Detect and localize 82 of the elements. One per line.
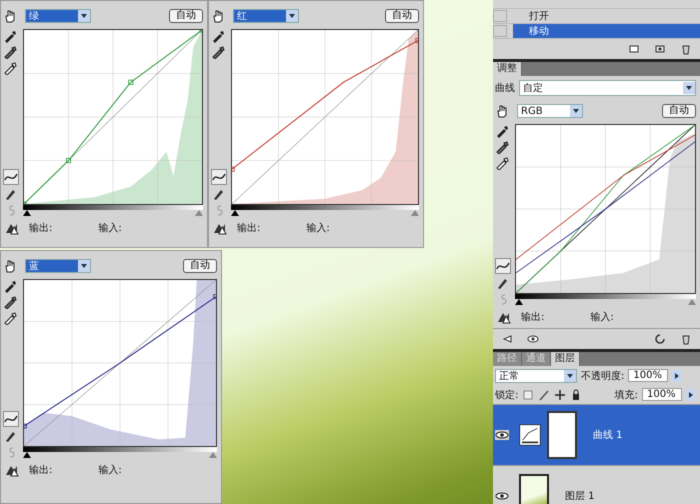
layer-mask-thumbnail (547, 411, 577, 459)
channel-select[interactable]: 红 (233, 9, 299, 23)
opacity-label: 不透明度: (581, 370, 624, 382)
eyedropper-icon[interactable] (211, 45, 225, 59)
pencil-icon[interactable] (3, 187, 17, 201)
lock-pixels-icon[interactable] (522, 388, 534, 400)
input-label: 输入: (98, 464, 122, 477)
curve-tool-icon[interactable] (3, 169, 19, 185)
channel-select[interactable]: 绿 (25, 9, 91, 23)
eyedropper-icon[interactable] (495, 156, 509, 170)
channel-select[interactable]: 蓝 (25, 259, 91, 273)
preset-select[interactable]: 自定 (519, 80, 696, 96)
eyedropper-icon[interactable] (3, 29, 17, 43)
reset-icon[interactable] (654, 333, 666, 345)
eyedropper-icon[interactable] (3, 279, 17, 293)
shadow-input-slider[interactable] (515, 299, 523, 305)
curve-graph[interactable] (23, 279, 217, 447)
hand-icon[interactable] (211, 9, 225, 23)
output-label: 输出: (29, 222, 52, 235)
back-arrow-icon[interactable] (501, 333, 513, 345)
preset-label: 曲线 (495, 82, 515, 95)
pencil-icon[interactable] (211, 187, 225, 201)
trash-icon[interactable] (680, 333, 692, 345)
hand-icon[interactable] (3, 259, 17, 273)
highlight-input-slider[interactable] (411, 210, 419, 216)
channel-select[interactable]: RGB (517, 104, 583, 118)
opacity-field[interactable]: 100% (628, 369, 668, 382)
highlight-input-slider[interactable] (209, 452, 217, 458)
auto-button[interactable]: 自动 (183, 259, 217, 273)
eyedropper-icon[interactable] (3, 295, 17, 309)
caret-icon (683, 82, 695, 94)
hand-icon[interactable] (3, 9, 17, 23)
eye-icon[interactable] (527, 333, 539, 345)
caret-icon (286, 10, 298, 22)
pencil-icon[interactable] (495, 276, 509, 290)
caret-icon (78, 10, 90, 22)
caret-icon (564, 370, 576, 382)
shadow-input-slider[interactable] (231, 210, 239, 216)
curve-tool-icon[interactable] (495, 258, 511, 274)
curve-graph[interactable] (23, 29, 203, 205)
layer-row[interactable]: 曲线 1 (493, 404, 700, 465)
eye-icon[interactable] (495, 430, 509, 440)
curve-graph[interactable] (515, 124, 696, 294)
shadow-input-slider[interactable] (23, 452, 31, 458)
camera-icon[interactable] (654, 43, 666, 55)
input-label: 输入: (306, 222, 330, 235)
auto-button[interactable]: 自动 (662, 104, 696, 118)
curve-tool-icon[interactable] (3, 411, 19, 427)
eyedropper-icon[interactable] (495, 140, 509, 154)
auto-button[interactable]: 自动 (169, 9, 203, 23)
eye-icon[interactable] (495, 491, 509, 501)
layer-row[interactable]: 图层 1 (493, 465, 700, 504)
input-label: 输入: (98, 222, 122, 235)
eyedropper-icon[interactable] (495, 124, 509, 138)
curves-adjustment-icon (519, 424, 541, 446)
lock-label: 锁定: (495, 388, 518, 402)
output-label: 输出: (29, 464, 52, 477)
caret-icon (570, 105, 582, 117)
pencil-icon[interactable] (3, 429, 17, 443)
arrow-button[interactable] (686, 388, 696, 400)
hand-icon[interactable] (495, 104, 509, 118)
move-icon[interactable] (554, 388, 566, 400)
eyedropper-icon[interactable] (3, 61, 17, 75)
arrow-button[interactable] (672, 370, 682, 382)
shadow-input-slider[interactable] (23, 210, 31, 216)
panel-tab[interactable]: 调整 (493, 62, 522, 76)
curve-graph[interactable] (231, 29, 419, 205)
input-label: 输入: (590, 310, 614, 324)
eyedropper-icon[interactable] (3, 45, 17, 59)
trash-icon[interactable] (680, 43, 692, 55)
eyedropper-icon[interactable] (211, 29, 225, 43)
fill-field[interactable]: 100% (642, 388, 682, 401)
blend-mode-select[interactable]: 正常 (495, 368, 577, 382)
curve-tool-icon[interactable] (211, 169, 227, 185)
highlight-input-slider[interactable] (688, 299, 696, 305)
output-label: 输出: (521, 310, 544, 324)
fill-label: 填充: (614, 388, 638, 402)
eyedropper-icon[interactable] (3, 311, 17, 325)
output-label: 输出: (237, 222, 260, 235)
panel-tab[interactable]: 图层 (551, 352, 580, 366)
caret-icon (78, 260, 90, 272)
auto-button[interactable]: 自动 (385, 9, 419, 23)
